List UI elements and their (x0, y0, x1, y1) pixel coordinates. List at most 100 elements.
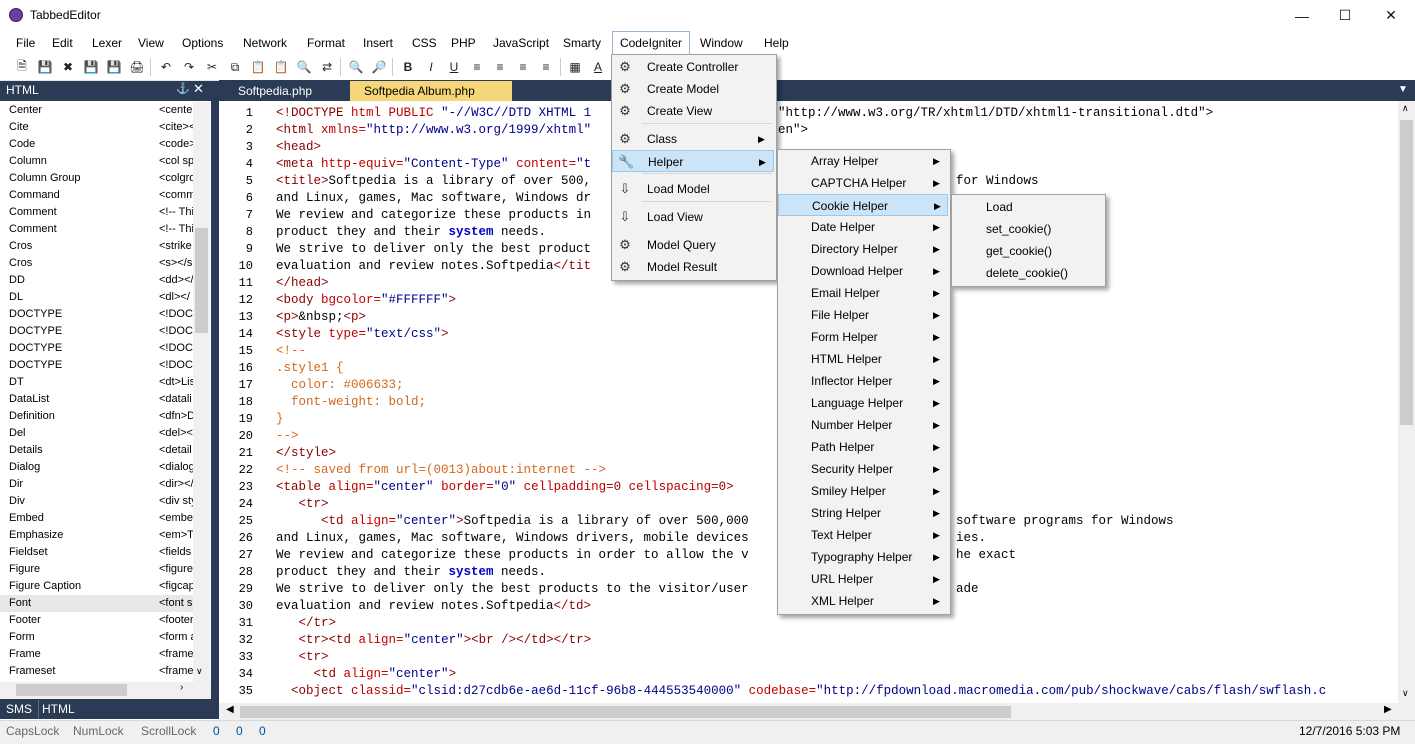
editor-scroll-down-icon[interactable]: ∨ (1402, 688, 1409, 699)
align-right-icon[interactable]: ≡ (514, 58, 532, 76)
editor-scroll-right-icon[interactable]: ▶ (1384, 704, 1392, 715)
menu-item-load[interactable]: Load (952, 196, 1103, 218)
code-line[interactable]: --> (276, 428, 299, 445)
snippet-list-vertical-scrollbar[interactable] (193, 102, 210, 684)
snippet-list-item[interactable]: Comment <!-- Thi (0, 221, 193, 238)
save-icon[interactable]: 💾 (82, 58, 100, 76)
menu-item-captcha-helper[interactable]: CAPTCHA Helper ▶ (778, 172, 948, 194)
snippet-list-item[interactable]: Cros <s></s (0, 255, 193, 272)
snippet-list-item[interactable]: Fieldset <fields (0, 544, 193, 561)
scroll-down-icon[interactable]: ∨ (196, 666, 203, 677)
code-line[interactable]: <td align="center"> (276, 666, 457, 683)
snippet-list-item[interactable]: DOCTYPE <!DOC (0, 340, 193, 357)
tab-sms[interactable]: SMS (0, 700, 40, 719)
snippet-list-item[interactable]: Column <col sp (0, 153, 193, 170)
snippet-list-item[interactable]: DataList <datali (0, 391, 193, 408)
code-line[interactable]: </style> (276, 445, 336, 462)
pin-icon[interactable]: ⚓ (176, 82, 190, 95)
code-line[interactable]: <title>Softpedia is a library of over 50… (276, 173, 591, 190)
snippet-list-item[interactable]: Dir <dir></ (0, 476, 193, 493)
snippet-list-item[interactable]: Embed <embe (0, 510, 193, 527)
cut-icon[interactable]: ✂ (203, 58, 221, 76)
menu-php[interactable]: PHP (451, 31, 476, 55)
menu-item-typography-helper[interactable]: Typography Helper ▶ (778, 546, 948, 568)
menu-item-directory-helper[interactable]: Directory Helper ▶ (778, 238, 948, 260)
snippet-list-item[interactable]: DL <dl></ (0, 289, 193, 306)
code-line[interactable]: font-weight: bold; (276, 394, 426, 411)
menu-item-model-query[interactable]: ⚙ Model Query (612, 234, 774, 256)
snippet-list-item[interactable]: Cite <cite>< (0, 119, 193, 136)
menu-edit[interactable]: Edit (52, 31, 73, 55)
editor-hscroll-thumb[interactable] (240, 706, 1011, 718)
align-center-icon[interactable]: ≡ (491, 58, 509, 76)
panel-splitter[interactable] (211, 81, 219, 719)
code-line[interactable]: evaluation and review notes.Softpedia</t… (276, 598, 591, 615)
code-line[interactable]: </tr> (276, 615, 337, 632)
code-line[interactable]: We review and categorize these products … (276, 207, 591, 224)
menu-item-url-helper[interactable]: URL Helper ▶ (778, 568, 948, 590)
snippet-list-item[interactable]: DOCTYPE <!DOC (0, 357, 193, 374)
menu-item-delete-cookie[interactable]: delete_cookie() (952, 262, 1103, 284)
paste-special-icon[interactable]: 📋 (272, 58, 290, 76)
find-icon[interactable]: 🔍 (295, 58, 313, 76)
redo-icon[interactable]: ↷ (180, 58, 198, 76)
code-line-continuation[interactable]: software programs for Windows (956, 513, 1174, 530)
menu-item-email-helper[interactable]: Email Helper ▶ (778, 282, 948, 304)
editor-scroll-left-icon[interactable]: ◀ (226, 704, 234, 715)
menu-item-create-controller[interactable]: ⚙ Create Controller (612, 56, 774, 78)
underline-icon[interactable]: U (445, 58, 463, 76)
snippet-list-item[interactable]: Details <detail (0, 442, 193, 459)
menu-item-form-helper[interactable]: Form Helper ▶ (778, 326, 948, 348)
snippet-list-item[interactable]: Definition <dfn>D (0, 408, 193, 425)
menu-item-string-helper[interactable]: String Helper ▶ (778, 502, 948, 524)
menu-item-array-helper[interactable]: Array Helper ▶ (778, 150, 948, 172)
menu-item-date-helper[interactable]: Date Helper ▶ (778, 216, 948, 238)
menu-item-load-view[interactable]: ⇩ Load View (612, 206, 774, 228)
menu-item-helper[interactable]: 🔧 Helper ▶ (612, 150, 774, 172)
justify-icon[interactable]: ≡ (537, 58, 555, 76)
snippet-list-item[interactable]: DOCTYPE <!DOC (0, 306, 193, 323)
snippet-list-item[interactable]: Figure Caption <figcap (0, 578, 193, 595)
undo-icon[interactable]: ↶ (157, 58, 175, 76)
code-line[interactable]: <tr><td align="center"><br /></td></tr> (276, 632, 592, 649)
code-line-continuation[interactable]: for Windows (956, 173, 1039, 190)
new-file-icon[interactable]: 🗎 (13, 58, 31, 76)
menu-item-file-helper[interactable]: File Helper ▶ (778, 304, 948, 326)
close-file-icon[interactable]: ✖ (59, 58, 77, 76)
copy-icon[interactable]: ⧉ (226, 58, 244, 76)
menu-item-get-cookie[interactable]: get_cookie() (952, 240, 1103, 262)
code-line[interactable]: .style1 { (276, 360, 344, 377)
snippet-list-item[interactable]: Center <cente (0, 102, 193, 119)
save-all-icon[interactable]: 💾 (105, 58, 123, 76)
snippet-list-item[interactable]: DOCTYPE <!DOC (0, 323, 193, 340)
code-line[interactable]: <table align="center" border="0" cellpad… (276, 479, 734, 496)
menu-network[interactable]: Network (243, 31, 287, 55)
replace-icon[interactable]: ⇄ (318, 58, 336, 76)
editor-scroll-up-icon[interactable]: ∧ (1402, 103, 1409, 114)
snippet-list-item[interactable]: Comment <!-- Thi (0, 204, 193, 221)
snippet-list-item[interactable]: Frame <frame (0, 646, 193, 663)
snippet-list-item[interactable]: Cros <strike (0, 238, 193, 255)
scroll-right-icon[interactable]: › (180, 682, 183, 693)
snippet-list-item[interactable]: Font <font s (0, 595, 193, 612)
maximize-icon[interactable]: ☐ (1322, 0, 1368, 31)
menu-codeigniter[interactable]: CodeIgniter (612, 31, 690, 55)
code-line-continuation[interactable]: "http://www.w3.org/TR/xhtml1/DTD/xhtml1-… (778, 105, 1213, 122)
menu-item-model-result[interactable]: ⚙ Model Result (612, 256, 774, 278)
code-line[interactable]: <p>&nbsp;<p> (276, 309, 366, 326)
snippet-list-item[interactable]: Dialog <dialog (0, 459, 193, 476)
snippet-list-item[interactable]: DD <dd></ (0, 272, 193, 289)
menu-item-class[interactable]: ⚙ Class ▶ (612, 128, 774, 150)
code-line[interactable]: We review and categorize these products … (276, 547, 749, 564)
snippet-list-item[interactable]: Div <div sty (0, 493, 193, 510)
table-icon[interactable]: ▦ (566, 58, 584, 76)
snippet-list-item[interactable]: Footer <footer (0, 612, 193, 629)
code-line[interactable]: We strive to deliver only the best produ… (276, 581, 749, 598)
menu-item-download-helper[interactable]: Download Helper ▶ (778, 260, 948, 282)
tab-softpedia-album-php[interactable]: Softpedia Album.php (350, 81, 512, 101)
menu-file[interactable]: File (16, 31, 35, 55)
code-line-continuation[interactable]: ies. (956, 530, 986, 547)
code-line[interactable]: <tr> (276, 496, 329, 513)
snippet-list-item[interactable]: Code <code> (0, 136, 193, 153)
snippet-list-item[interactable]: Command <comm (0, 187, 193, 204)
